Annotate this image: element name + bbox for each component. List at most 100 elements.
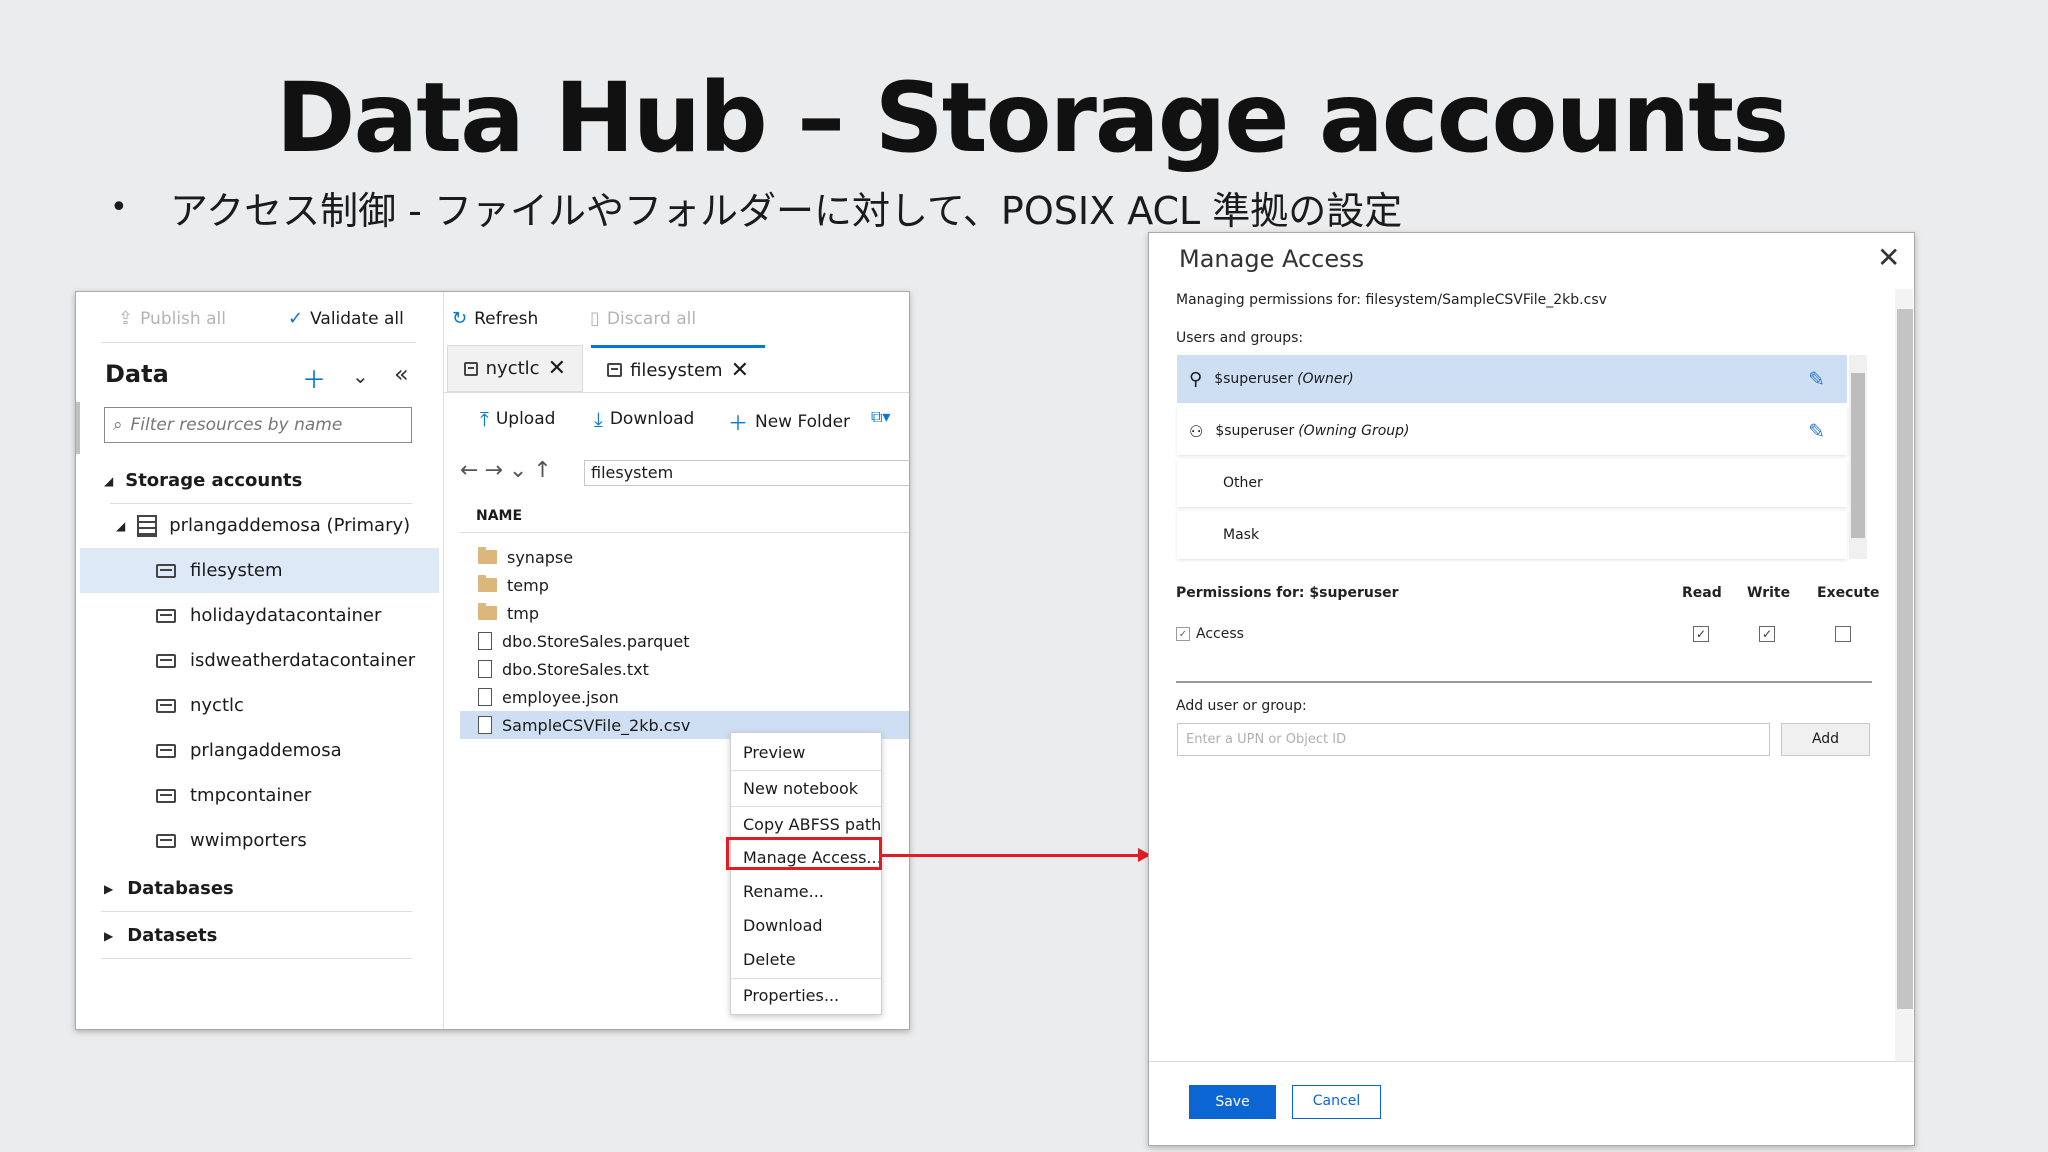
file-name: tmp (507, 603, 540, 623)
header-divider (460, 532, 909, 533)
manage-access-highlight (726, 837, 882, 870)
file-icon (478, 632, 492, 650)
tree-datasets[interactable]: ▶ Datasets (80, 913, 439, 958)
tree-container-holidaydatacontainer[interactable]: holidaydatacontainer (80, 593, 439, 638)
tree-container-wwimporters[interactable]: wwimporters (80, 818, 439, 863)
file-icon (478, 688, 492, 706)
close-icon[interactable]: ✕ (1877, 241, 1900, 274)
collapsed-triangle-icon: ▶ (104, 881, 114, 896)
menu-item-delete[interactable]: Delete (743, 950, 796, 969)
menu-item-copy-abfss-path[interactable]: Copy ABFSS path (743, 815, 881, 834)
users-scrollbar[interactable] (1849, 355, 1867, 559)
entry-role: (Owning Group) (1298, 423, 1410, 439)
collapse-all-icon[interactable]: ⌄ (352, 364, 369, 388)
add-icon[interactable]: ＋ (302, 360, 326, 395)
cancel-button[interactable]: Cancel (1292, 1085, 1381, 1119)
storage-accounts-label: Storage accounts (125, 470, 303, 491)
container-icon (156, 653, 176, 668)
upload-label: Upload (495, 409, 556, 429)
tree-container-prlangaddemosa[interactable]: prlangaddemosa (80, 728, 439, 773)
section-divider (1176, 681, 1872, 683)
menu-item-preview[interactable]: Preview (743, 743, 805, 762)
path-breadcrumb[interactable]: filesystem (584, 460, 909, 486)
save-button[interactable]: Save (1189, 1085, 1276, 1119)
group-icon: ⚇ (1189, 421, 1204, 441)
discard-all-label: Discard all (606, 308, 697, 329)
menu-item-properties[interactable]: Properties... (743, 986, 839, 1005)
upload-icon: ⤒ (480, 407, 489, 431)
up-arrow-icon[interactable]: ↑ (533, 458, 557, 483)
slide-title: Data Hub – Storage accounts (275, 62, 1789, 174)
container-icon (607, 363, 623, 377)
file-row-temp[interactable]: temp (460, 571, 909, 599)
upload-button[interactable]: ⤒ Upload (480, 407, 555, 431)
entry-name: Mask (1223, 527, 1260, 543)
tree-storage-accounts[interactable]: ◢ Storage accounts (80, 458, 439, 503)
users-scrollbar-thumb[interactable] (1851, 373, 1865, 538)
storage-account-icon (137, 514, 158, 537)
tree-divider (101, 911, 412, 912)
upn-input[interactable]: Enter a UPN or Object ID (1177, 723, 1770, 756)
tab-nyctlc[interactable]: nyctlc ✕ (447, 345, 583, 392)
tree-account-primary[interactable]: ◢ prlangaddemosa (Primary) (80, 503, 439, 548)
tree-container-filesystem[interactable]: filesystem (80, 548, 439, 593)
tree-databases[interactable]: ▶ Databases (80, 866, 439, 911)
collapse-pane-icon[interactable]: « (394, 360, 409, 388)
new-folder-button[interactable]: ＋ New Folder (728, 407, 850, 436)
column-header-name[interactable]: NAME (476, 508, 522, 524)
forward-arrow-icon[interactable]: → (484, 458, 508, 483)
close-icon[interactable]: ✕ (731, 358, 749, 383)
read-checkbox[interactable]: ✓ (1693, 626, 1709, 642)
panel-scrollbar[interactable] (1895, 289, 1913, 1061)
close-icon[interactable]: ✕ (548, 356, 566, 381)
folder-icon (478, 575, 497, 592)
account-label: prlangaddemosa (Primary) (169, 515, 411, 536)
tab-filesystem[interactable]: filesystem ✕ (591, 345, 765, 392)
more-toolbar-button[interactable]: ⧉▾ (871, 407, 890, 427)
menu-item-rename[interactable]: Rename... (743, 882, 824, 901)
file-name: dbo.StoreSales.txt (502, 659, 649, 679)
write-checkbox[interactable]: ✓ (1759, 626, 1775, 642)
history-chevron-icon[interactable]: ⌄ (509, 458, 533, 483)
panel-title: Manage Access (1179, 245, 1365, 273)
file-row-storesales-parquet[interactable]: dbo.StoreSales.parquet (460, 627, 909, 655)
panel-scrollbar-thumb[interactable] (1897, 309, 1913, 1009)
entry-other[interactable]: Other (1177, 459, 1847, 507)
tree-container-isdweatherdatacontainer[interactable]: isdweatherdatacontainer (80, 638, 439, 683)
entry-mask[interactable]: Mask (1177, 511, 1847, 559)
entry-owner[interactable]: ⚲ $superuser (Owner) ✎ (1177, 355, 1847, 403)
download-label: Download (609, 409, 695, 429)
file-row-tmp[interactable]: tmp (460, 599, 909, 627)
slide-bullet: アクセス制御 - ファイルやフォルダーに対して、POSIX ACL 準拠の設定 (170, 189, 1403, 233)
validate-all-button[interactable]: ✓ Validate all (288, 308, 404, 329)
download-button[interactable]: ⤓ Download (594, 407, 694, 431)
entry-owning-group[interactable]: ⚇ $superuser (Owning Group) ✎ (1177, 407, 1847, 455)
edit-pencil-icon[interactable]: ✎ (1808, 419, 1825, 443)
file-row-storesales-txt[interactable]: dbo.StoreSales.txt (460, 655, 909, 683)
menu-item-download[interactable]: Download (743, 916, 823, 935)
tree-container-nyctlc[interactable]: nyctlc (80, 683, 439, 728)
back-arrow-icon[interactable]: ← (460, 458, 484, 483)
manage-access-panel: Manage Access ✕ Managing permissions for… (1148, 232, 1915, 1146)
col-write: Write (1747, 585, 1791, 601)
file-row-synapse[interactable]: synapse (460, 543, 909, 571)
access-label: Access (1196, 626, 1244, 642)
edit-pencil-icon[interactable]: ✎ (1808, 367, 1825, 391)
container-icon (156, 698, 176, 713)
expand-triangle-icon: ◢ (104, 473, 114, 488)
user-icon: ⚲ (1189, 368, 1203, 390)
file-name: dbo.StoreSales.parquet (502, 631, 690, 651)
pane-splitter[interactable] (443, 292, 444, 1029)
discard-all-button[interactable]: ▯ Discard all (590, 308, 696, 329)
plus-icon: ＋ (728, 411, 748, 435)
tree-container-tmpcontainer[interactable]: tmpcontainer (80, 773, 439, 818)
file-row-employee-json[interactable]: employee.json (460, 683, 909, 711)
refresh-button[interactable]: ↻ Refresh (452, 308, 538, 329)
execute-checkbox[interactable] (1835, 626, 1851, 642)
menu-separator (731, 978, 881, 979)
publish-all-button[interactable]: ⇪ Publish all (118, 308, 226, 329)
filter-resources-input[interactable]: ⌕ Filter resources by name (104, 407, 412, 443)
new-folder-label: New Folder (755, 411, 851, 432)
menu-item-new-notebook[interactable]: New notebook (743, 779, 858, 798)
add-button[interactable]: Add (1781, 723, 1870, 756)
